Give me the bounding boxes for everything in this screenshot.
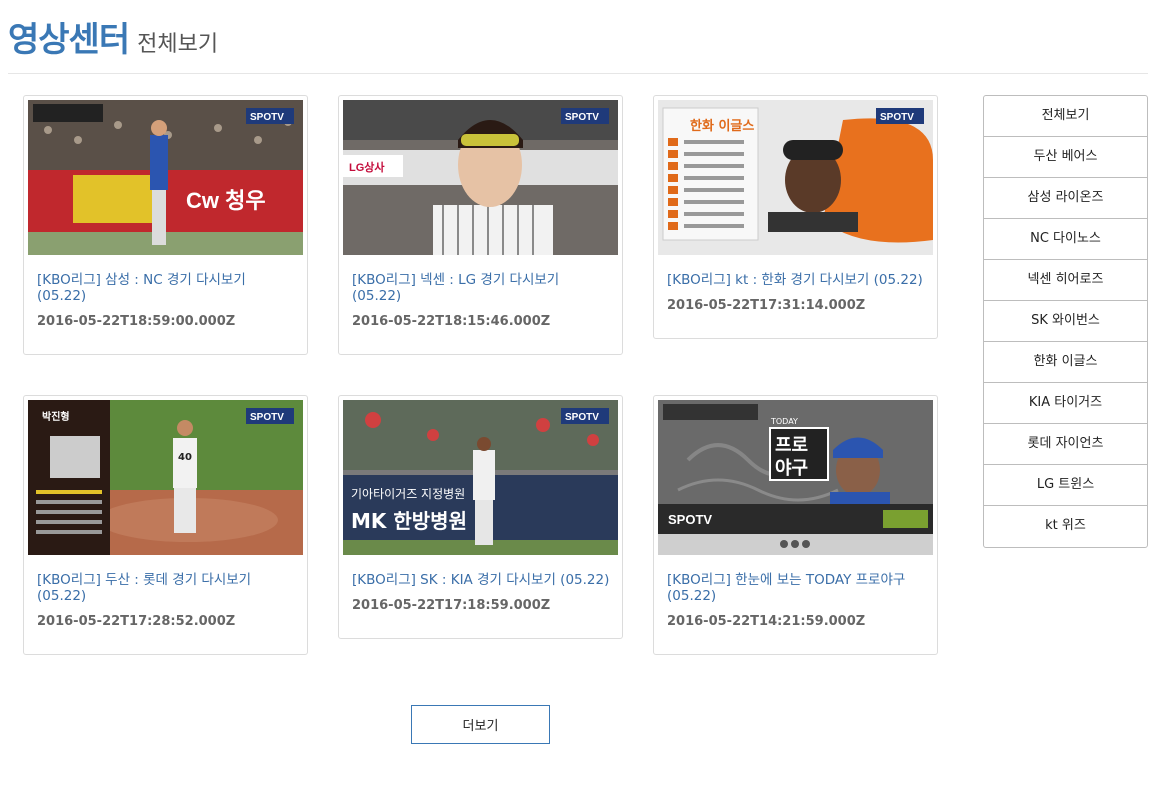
- svg-text:Cw 청우: Cw 청우: [186, 188, 266, 213]
- video-date: 2016-05-22T17:28:52.000Z: [37, 614, 236, 629]
- video-card[interactable]: 기아타이거즈 지정병원 MK 한방병원 SPOTV [KBO리그] SK : K…: [338, 395, 623, 639]
- video-thumbnail[interactable]: LG상사 SPOTV: [343, 100, 618, 255]
- category-item-hanwha[interactable]: 한화 이글스: [984, 342, 1147, 383]
- svg-text:SPOTV: SPOTV: [250, 112, 284, 123]
- video-card[interactable]: 한화 이글스 SPOTV [KBO리그] kt : 한화 경기 다시보기 (05…: [653, 95, 938, 339]
- video-title[interactable]: [KBO리그] 한눈에 보는 TODAY 프로야구 (05.22): [667, 572, 927, 604]
- video-thumbnail[interactable]: 박진형 40 SPOTV: [28, 400, 303, 555]
- svg-text:박진형: 박진형: [42, 410, 70, 423]
- svg-text:TODAY: TODAY: [770, 417, 798, 426]
- svg-text:SPOTV: SPOTV: [250, 412, 284, 423]
- video-date: 2016-05-22T18:15:46.000Z: [352, 314, 551, 329]
- svg-text:LG상사: LG상사: [349, 160, 385, 174]
- svg-text:SPOTV: SPOTV: [668, 512, 712, 527]
- video-date: 2016-05-22T17:31:14.000Z: [667, 298, 866, 313]
- category-item-kt[interactable]: kt 위즈: [984, 506, 1147, 547]
- video-title[interactable]: [KBO리그] SK : KIA 경기 다시보기 (05.22): [352, 572, 612, 588]
- video-title[interactable]: [KBO리그] kt : 한화 경기 다시보기 (05.22): [667, 272, 927, 288]
- video-date: 2016-05-22T17:18:59.000Z: [352, 598, 551, 613]
- category-item-samsung[interactable]: 삼성 라이온즈: [984, 178, 1147, 219]
- video-date: 2016-05-22T14:21:59.000Z: [667, 614, 866, 629]
- svg-text:한화 이글스: 한화 이글스: [690, 118, 754, 134]
- video-thumbnail[interactable]: TODAY 프로 야구 SPOTV: [658, 400, 933, 555]
- svg-text:40: 40: [178, 452, 192, 463]
- svg-text:SPOTV: SPOTV: [880, 112, 914, 123]
- svg-text:SPOTV: SPOTV: [565, 112, 599, 123]
- svg-text:기아타이거즈 지정병원: 기아타이거즈 지정병원: [351, 487, 465, 501]
- video-grid: Cw 청우 SPOTV [KBO리그] 삼성 : NC 경기 다시보기 (05.…: [0, 0, 960, 700]
- svg-text:야구: 야구: [775, 458, 808, 479]
- category-item-kia[interactable]: KIA 타이거즈: [984, 383, 1147, 424]
- category-item-nexen[interactable]: 넥센 히어로즈: [984, 260, 1147, 301]
- category-item-doosan[interactable]: 두산 베어스: [984, 137, 1147, 178]
- svg-text:SPOTV: SPOTV: [565, 412, 599, 423]
- category-item-all[interactable]: 전체보기: [984, 96, 1147, 137]
- svg-text:MK 한방병원: MK 한방병원: [351, 509, 467, 533]
- video-title[interactable]: [KBO리그] 두산 : 롯데 경기 다시보기 (05.22): [37, 572, 297, 604]
- video-card[interactable]: TODAY 프로 야구 SPOTV [KBO리그] 한눈에 보는 TODAY 프…: [653, 395, 938, 655]
- video-thumbnail[interactable]: 한화 이글스 SPOTV: [658, 100, 933, 255]
- video-card[interactable]: LG상사 SPOTV [KBO리그] 넥센 : LG 경기 다시보기 (05.2…: [338, 95, 623, 355]
- team-category-list: 전체보기 두산 베어스 삼성 라이온즈 NC 다이노스 넥센 히어로즈 SK 와…: [983, 95, 1148, 548]
- video-thumbnail[interactable]: Cw 청우 SPOTV: [28, 100, 303, 255]
- video-title[interactable]: [KBO리그] 삼성 : NC 경기 다시보기 (05.22): [37, 272, 297, 304]
- video-card[interactable]: 박진형 40 SPOTV [KBO리그] 두산 : 롯데 경기 다시보기 (05…: [23, 395, 308, 655]
- category-item-lg[interactable]: LG 트윈스: [984, 465, 1147, 506]
- category-item-sk[interactable]: SK 와이번스: [984, 301, 1147, 342]
- load-more-button[interactable]: 더보기: [411, 705, 550, 744]
- video-date: 2016-05-22T18:59:00.000Z: [37, 314, 236, 329]
- video-thumbnail[interactable]: 기아타이거즈 지정병원 MK 한방병원 SPOTV: [343, 400, 618, 555]
- category-item-lotte[interactable]: 롯데 자이언츠: [984, 424, 1147, 465]
- video-title[interactable]: [KBO리그] 넥센 : LG 경기 다시보기 (05.22): [352, 272, 612, 304]
- svg-text:프로: 프로: [775, 435, 808, 456]
- video-card[interactable]: Cw 청우 SPOTV [KBO리그] 삼성 : NC 경기 다시보기 (05.…: [23, 95, 308, 355]
- category-item-nc[interactable]: NC 다이노스: [984, 219, 1147, 260]
